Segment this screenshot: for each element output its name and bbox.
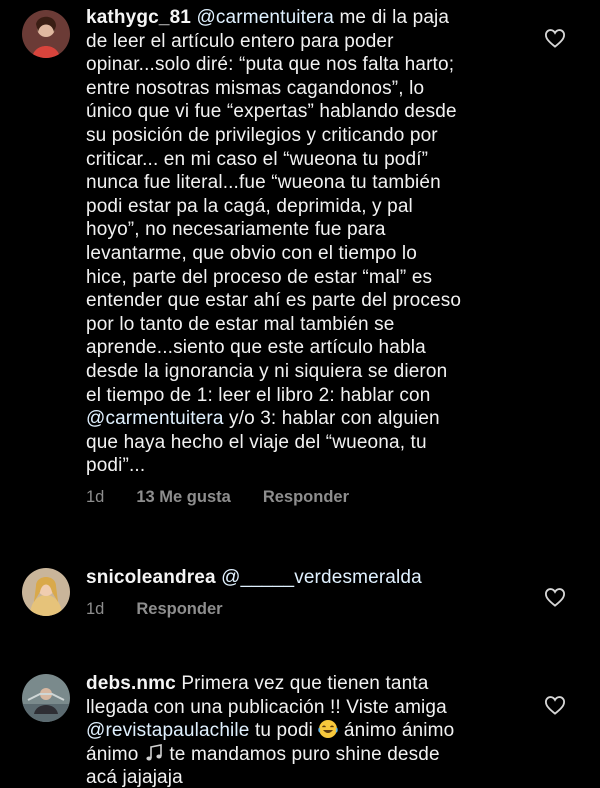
reply-button[interactable]: Responder (263, 488, 349, 507)
avatar[interactable] (22, 568, 70, 616)
mention-link[interactable]: @_____verdesmeralda (221, 567, 422, 588)
avatar[interactable] (22, 10, 70, 58)
comment-text: kathygc_81 @carmentuitera me di la paja … (86, 6, 534, 478)
username-link[interactable]: snicoleandrea (86, 567, 216, 588)
username-link[interactable]: debs.nmc (86, 673, 176, 694)
heart-icon[interactable] (544, 28, 566, 48)
laughing-emoji (318, 720, 339, 739)
heart-icon[interactable] (544, 695, 566, 715)
mention-link-2[interactable]: @carmentuitera (86, 408, 224, 429)
comment-time: 1d (86, 599, 105, 618)
avatar[interactable] (22, 674, 70, 722)
comment-text: snicoleandrea @_____verdesmeralda (86, 566, 534, 590)
mention-link[interactable]: @carmentuitera (196, 7, 334, 28)
comment-meta: 1d Responder (86, 600, 534, 619)
comment-text-body: de leer el artículo entero para poder op… (86, 30, 462, 406)
comment-body: debs.nmc Primera vez que tienen tanta ll… (86, 672, 534, 788)
reply-button[interactable]: Responder (136, 600, 222, 619)
comment-meta: 1d 13 Me gusta Responder (86, 488, 534, 507)
mention-link[interactable]: @revistapaulachile (86, 720, 250, 741)
heart-icon[interactable] (544, 587, 566, 607)
comment-text-rest: me di la paja (334, 7, 450, 28)
likes-count[interactable]: 13 Me gusta (136, 488, 230, 507)
comment-body: snicoleandrea @_____verdesmeralda 1d Res… (86, 566, 534, 619)
comments-screen: kathygc_81 @carmentuitera me di la paja … (0, 0, 600, 788)
comment-body: kathygc_81 @carmentuitera me di la paja … (86, 6, 534, 507)
musical-notes-emoji (146, 743, 162, 761)
username-link[interactable]: kathygc_81 (86, 7, 191, 28)
comment-text: debs.nmc Primera vez que tienen tanta ll… (86, 672, 534, 788)
comment-time: 1d (86, 487, 105, 506)
comment-text-b: tu podi (249, 720, 319, 742)
